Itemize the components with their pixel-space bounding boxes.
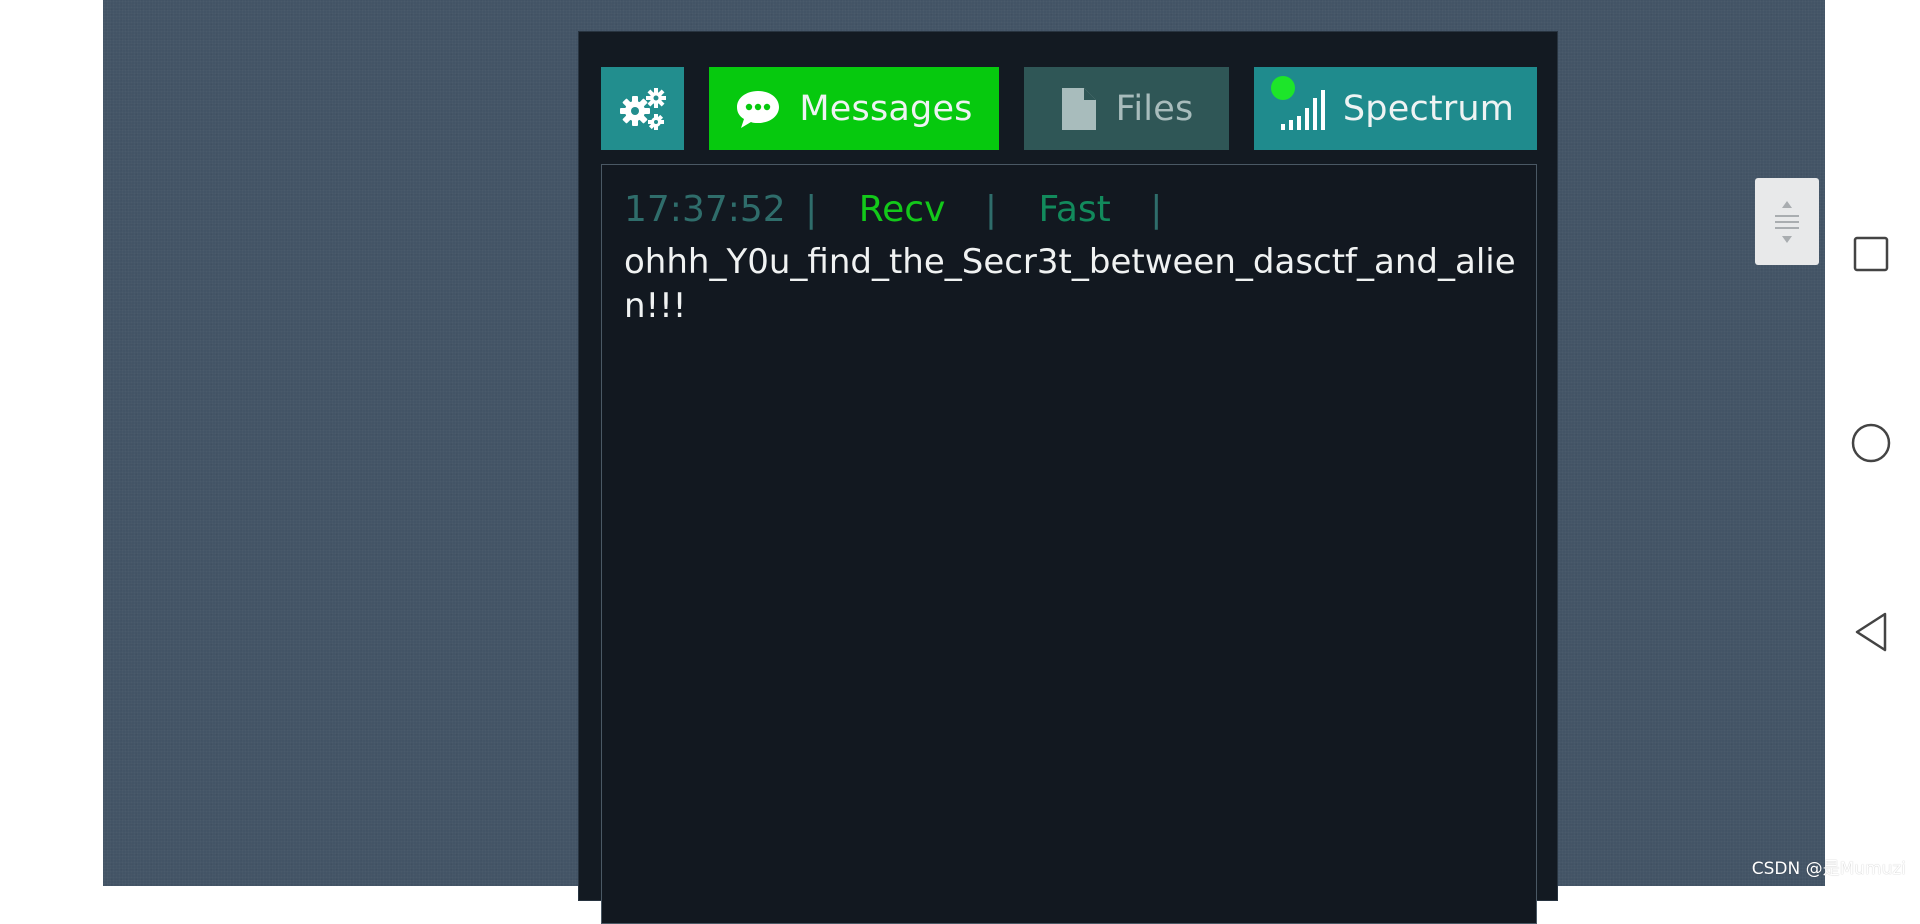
scroll-handle[interactable] <box>1755 178 1819 265</box>
files-tab[interactable]: Files <box>1024 67 1229 150</box>
status-dot-icon <box>1271 76 1295 100</box>
separator: | <box>1150 189 1162 230</box>
separator: | <box>985 189 997 230</box>
chat-bubble-icon <box>735 89 781 129</box>
home-icon <box>1850 422 1892 464</box>
back-icon <box>1851 611 1891 653</box>
back-button[interactable] <box>1847 608 1895 656</box>
modem-panel: Messages Files <box>578 31 1558 901</box>
watermark: CSDN @是Mumuzi <box>1752 854 1906 879</box>
left-margin <box>0 0 103 886</box>
message-log[interactable]: 17:37:52 | Recv | Fast | ohhh_Y0u_find_t… <box>601 164 1537 924</box>
message-direction: Recv <box>859 189 946 230</box>
message-text: ohhh_Y0u_find_the_Secr3t_between_dasctf_… <box>624 240 1524 328</box>
settings-tab[interactable] <box>601 67 684 150</box>
recent-apps-button[interactable] <box>1847 230 1895 278</box>
gears-icon <box>618 86 668 132</box>
messages-tab[interactable]: Messages <box>709 67 999 150</box>
message-speed: Fast <box>1038 189 1110 230</box>
app-background: Messages Files <box>103 0 1825 886</box>
files-tab-label: Files <box>1116 89 1194 129</box>
message-header: 17:37:52 | Recv | Fast | <box>624 185 1162 235</box>
signal-bars-icon <box>1277 86 1325 132</box>
recent-apps-icon <box>1853 236 1889 272</box>
separator: | <box>805 189 817 230</box>
messages-tab-label: Messages <box>799 89 972 129</box>
scroll-arrows-icon <box>1772 197 1802 247</box>
home-button[interactable] <box>1847 419 1895 467</box>
file-icon <box>1060 86 1098 132</box>
spectrum-tab[interactable]: Spectrum <box>1254 67 1537 150</box>
message-timestamp: 17:37:52 <box>624 189 786 230</box>
spectrum-tab-label: Spectrum <box>1343 89 1514 129</box>
navigation-bar <box>1825 0 1920 886</box>
